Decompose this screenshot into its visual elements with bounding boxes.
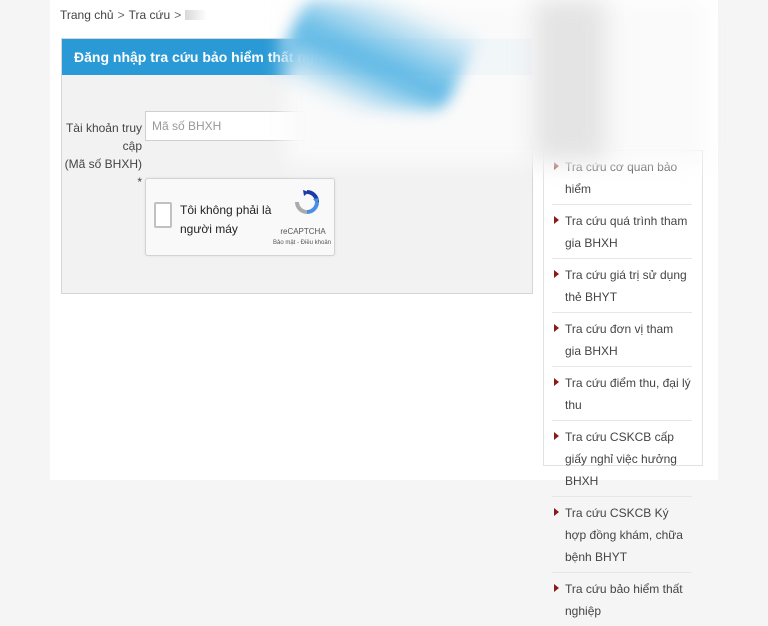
- sidebar-item-label: Tra cứu cơ quan bảo hiểm: [565, 160, 678, 196]
- breadcrumb: Trang chủ > Tra cứu >: [60, 8, 208, 22]
- recaptcha-widget: Tôi không phải là người máy reCAPTCHA Bả…: [145, 178, 335, 256]
- recaptcha-checkbox[interactable]: [154, 202, 172, 228]
- sidebar-item-insurance-agency[interactable]: Tra cứu cơ quan bảo hiểm: [552, 151, 692, 205]
- sidebar-item-bhxh-process[interactable]: Tra cứu quá trình tham gia BHXH: [552, 205, 692, 259]
- arrow-icon: [554, 216, 559, 224]
- sidebar-item-participating-unit[interactable]: Tra cứu đơn vị tham gia BHXH: [552, 313, 692, 367]
- lookup-list: Tra cứu cơ quan bảo hiểm Tra cứu quá trì…: [544, 151, 702, 626]
- arrow-icon: [554, 584, 559, 592]
- recaptcha-label: Tôi không phải là người máy: [180, 203, 272, 236]
- login-panel: Đăng nhập tra cứu bảo hiểm thất nghiệp T…: [61, 38, 533, 294]
- panel-title: Đăng nhập tra cứu bảo hiểm thất nghiệp: [62, 39, 532, 75]
- arrow-icon: [554, 162, 559, 170]
- account-input[interactable]: [145, 111, 305, 141]
- sidebar-item-contracted-facilities[interactable]: Tra cứu CSKCB Ký hợp đồng khám, chữa bện…: [552, 497, 692, 573]
- sidebar-item-label: Tra cứu điểm thu, đại lý thu: [565, 376, 691, 412]
- arrow-icon: [554, 508, 559, 516]
- arrow-icon: [554, 324, 559, 332]
- breadcrumb-separator: >: [174, 8, 182, 22]
- arrow-icon: [554, 432, 559, 440]
- sidebar-item-unemployment-insurance[interactable]: Tra cứu bảo hiểm thất nghiệp: [552, 573, 692, 626]
- sidebar-item-bhyt-card[interactable]: Tra cứu giá trị sử dụng thẻ BHYT: [552, 259, 692, 313]
- sidebar-item-label: Tra cứu quá trình tham gia BHXH: [565, 214, 688, 250]
- arrow-icon: [554, 270, 559, 278]
- sidebar-item-label: Tra cứu bảo hiểm thất nghiệp: [565, 582, 683, 618]
- breadcrumb-home-link[interactable]: Trang chủ: [60, 8, 114, 22]
- breadcrumb-blur: [185, 10, 208, 20]
- arrow-icon: [554, 378, 559, 386]
- lookup-sidebar: Tra cứu cơ quan bảo hiểm Tra cứu quá trì…: [543, 150, 703, 618]
- account-label-line2: (Mã số BHXH) *: [64, 157, 142, 189]
- sidebar-item-label: Tra cứu giá trị sử dụng thẻ BHYT: [565, 268, 687, 304]
- recaptcha-logo-icon: [295, 190, 319, 214]
- breadcrumb-lookup-link[interactable]: Tra cứu: [129, 8, 171, 22]
- account-label-line1: Tài khoản truy cập: [65, 121, 142, 153]
- recaptcha-brand: reCAPTCHA: [280, 227, 326, 236]
- sidebar-item-label: Tra cứu đơn vị tham gia BHXH: [565, 322, 674, 358]
- sidebar-item-sick-leave-facilities[interactable]: Tra cứu CSKCB cấp giấy nghỉ việc hưởng B…: [552, 421, 692, 497]
- breadcrumb-separator: >: [117, 8, 125, 22]
- sidebar-item-label: Tra cứu CSKCB Ký hợp đồng khám, chữa bện…: [565, 506, 683, 564]
- account-label: Tài khoản truy cập (Mã số BHXH) *: [62, 119, 142, 191]
- recaptcha-links[interactable]: Bảo mật - Điều khoản: [270, 240, 334, 246]
- sidebar-item-collection-points[interactable]: Tra cứu điểm thu, đại lý thu: [552, 367, 692, 421]
- sidebar-item-label: Tra cứu CSKCB cấp giấy nghỉ việc hưởng B…: [565, 430, 677, 488]
